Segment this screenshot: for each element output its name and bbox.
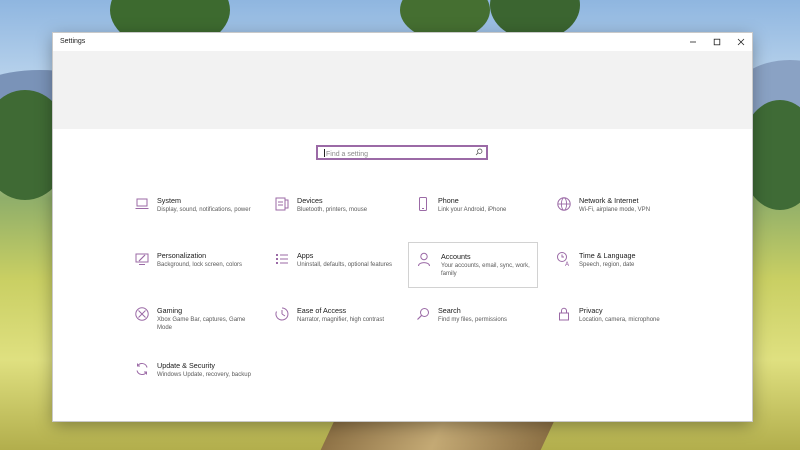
search-input[interactable]: Find a setting [316,145,488,160]
minimize-icon [690,41,696,43]
search-icon[interactable] [475,148,483,156]
tile-privacy[interactable]: Privacy Location, camera, microphone [552,303,682,347]
tile-description: Your accounts, email, sync, work, family [441,263,530,277]
tile-description: Link your Android, iPhone [438,207,507,213]
tile-title: Network & Internet [579,196,639,205]
maximize-icon [713,38,721,46]
person-icon [416,251,432,267]
tile-devices[interactable]: Devices Bluetooth, printers, mouse [270,193,400,237]
apps-list-icon [274,251,290,267]
maximize-button[interactable] [705,35,729,49]
tile-title: Time & Language [579,251,636,260]
search-placeholder: Find a setting [326,151,369,158]
svg-text:A: A [565,261,570,267]
refresh-icon [134,361,150,377]
globe-icon [556,196,572,212]
xbox-icon [134,306,150,322]
tile-time-language[interactable]: A Time & Language Speech, region, date [552,248,682,292]
tile-gaming[interactable]: Gaming Xbox Game Bar, captures, Game Mod… [130,303,260,347]
ease-of-access-icon [274,306,290,322]
magnifier-icon [415,306,431,322]
tile-accounts[interactable]: Accounts Your accounts, email, sync, wor… [408,242,538,288]
settings-window: Settings Find a setting System Display, … [53,33,752,421]
tile-update-security[interactable]: Update & Security Windows Update, recove… [130,358,260,402]
tile-search[interactable]: Search Find my files, permissions [411,303,541,347]
header-banner [53,51,752,129]
tile-system[interactable]: System Display, sound, notifications, po… [130,193,260,237]
time-language-icon: A [556,251,572,268]
window-title: Settings [60,38,86,45]
tile-description: Display, sound, notifications, power [157,207,251,213]
tile-personalization[interactable]: Personalization Background, lock screen,… [130,248,260,292]
tile-title: Apps [297,251,314,260]
tile-description: Xbox Game Bar, captures, Game Mode [157,317,246,331]
tile-apps[interactable]: Apps Uninstall, defaults, optional featu… [270,248,400,292]
tile-description: Speech, region, date [579,262,635,268]
tile-title: System [157,196,181,205]
tile-title: Search [438,306,461,315]
phone-icon [415,196,431,212]
tile-description: Wi-Fi, airplane mode, VPN [579,207,651,213]
tile-description: Location, camera, microphone [579,317,660,323]
tile-phone[interactable]: Phone Link your Android, iPhone [411,193,541,237]
tile-title: Accounts [441,252,471,261]
lock-icon [556,306,572,322]
tile-title: Update & Security [157,361,215,370]
tile-title: Ease of Access [297,306,347,315]
minimize-button[interactable] [681,35,705,49]
tile-description: Narrator, magnifier, high contrast [297,317,385,323]
keyboard-speaker-icon [274,196,290,212]
title-bar[interactable]: Settings [53,33,752,51]
tile-title: Personalization [157,251,207,260]
tile-description: Background, lock screen, colors [157,262,243,268]
paint-monitor-icon [134,251,150,267]
tile-title: Phone [438,196,459,205]
tile-description: Uninstall, defaults, optional features [297,262,393,268]
tile-description: Bluetooth, printers, mouse [297,207,368,213]
tile-title: Privacy [579,306,603,315]
laptop-icon [134,196,150,212]
tile-description: Windows Update, recovery, backup [157,372,251,378]
close-button[interactable] [729,35,753,49]
tile-network-internet[interactable]: Network & Internet Wi-Fi, airplane mode,… [552,193,682,237]
close-icon [737,38,745,46]
tile-title: Gaming [157,306,183,315]
tile-ease-of-access[interactable]: Ease of Access Narrator, magnifier, high… [270,303,400,347]
tile-title: Devices [297,196,323,205]
tile-description: Find my files, permissions [438,317,508,323]
